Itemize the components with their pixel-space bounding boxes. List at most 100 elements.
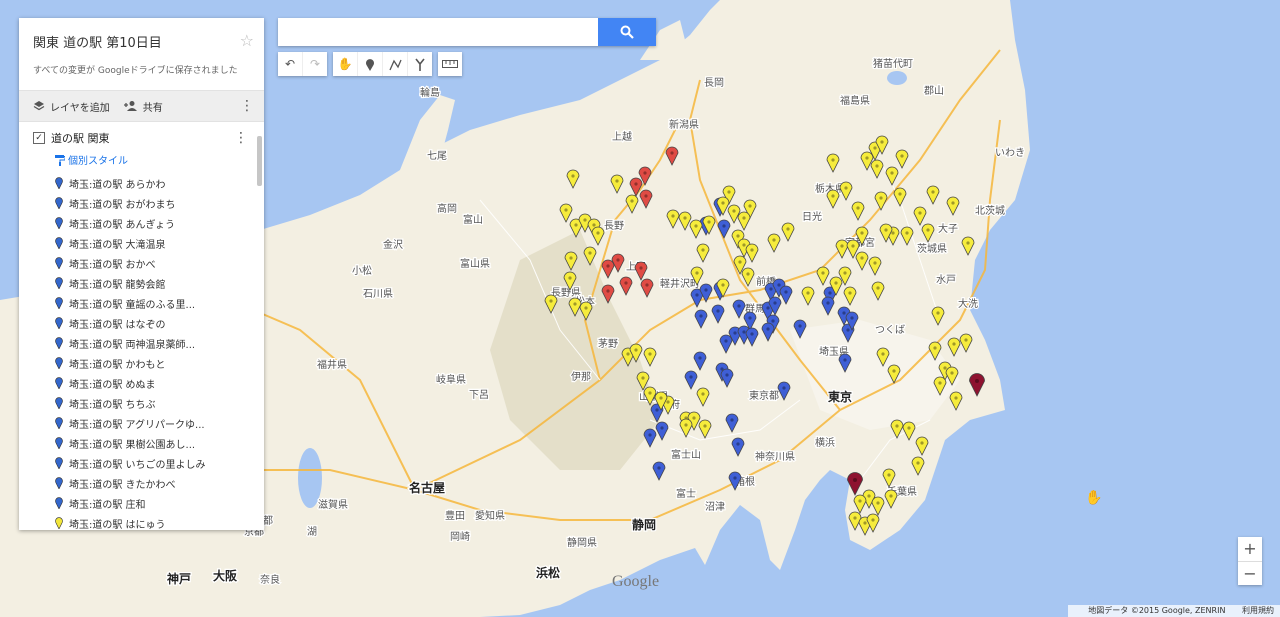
list-item[interactable]: 埼玉:道の駅 はなぞの — [55, 313, 250, 333]
list-item[interactable]: 埼玉:道の駅 おかべ — [55, 253, 250, 273]
map-pin-dot — [564, 208, 568, 212]
hand-icon[interactable]: ✋ — [333, 52, 358, 76]
list-item-label: 埼玉:道の駅 おがわまち — [69, 199, 176, 211]
layer-checkbox[interactable]: ✓ — [33, 132, 45, 144]
place-label: 輪島 — [420, 86, 440, 99]
map-pin-icon — [55, 377, 63, 389]
star-icon[interactable]: ☆ — [240, 31, 254, 50]
place-label: 七尾 — [427, 150, 447, 162]
list-item-label: 埼玉:道の駅 アグリパークゆ... — [69, 419, 205, 431]
map-pin-dot — [860, 256, 864, 260]
panel-scrollbar[interactable] — [257, 136, 262, 186]
place-label: 沼津 — [705, 500, 725, 513]
map-pin-dot — [724, 339, 728, 343]
list-item[interactable]: 埼玉:道の駅 はにゅう — [55, 513, 250, 530]
map-pin-dot — [648, 433, 652, 437]
list-item[interactable]: 埼玉:道の駅 龍勢会館 — [55, 273, 250, 293]
list-item-label: 埼玉:道の駅 庄和 — [69, 499, 146, 511]
list-item[interactable]: 埼玉:道の駅 果樹公園あし... — [55, 433, 250, 453]
list-item[interactable]: 埼玉:道の駅 ちちぶ — [55, 393, 250, 413]
map-pin-dot — [777, 283, 781, 287]
search-button[interactable] — [598, 18, 656, 46]
place-label: 上越 — [612, 130, 632, 143]
list-item[interactable]: 埼玉:道の駅 両神温泉薬師... — [55, 333, 250, 353]
place-label: 新潟県 — [669, 118, 699, 131]
layer-options-icon[interactable]: ⋮ — [234, 130, 248, 146]
map-pin-dot — [891, 231, 895, 235]
map-pin-dot — [707, 220, 711, 224]
map-pin-dot — [695, 293, 699, 297]
add-layer-button[interactable]: レイヤを追加 — [33, 99, 110, 114]
place-label: 富山県 — [460, 257, 490, 270]
place-label: 下呂 — [469, 389, 489, 401]
map-pin-icon — [55, 277, 63, 289]
lake-inawashiro — [887, 71, 907, 85]
map-pin-dot — [798, 324, 802, 328]
map-pin-dot — [683, 216, 687, 220]
map-pin-dot — [641, 376, 645, 380]
share-button[interactable]: 共有 — [123, 99, 163, 114]
ruler-icon[interactable] — [438, 52, 462, 76]
list-item[interactable]: 埼玉:道の駅 きたかわべ — [55, 473, 250, 493]
map-pin-dot — [848, 291, 852, 295]
zoom-in-button[interactable]: + — [1238, 537, 1262, 562]
redo-icon[interactable]: ↷ — [303, 52, 327, 76]
save-status: すべての変更が Googleドライブに保存されました — [33, 66, 238, 76]
map-pin-dot — [630, 199, 634, 203]
place-label: 富山 — [463, 213, 483, 226]
marker-icon[interactable] — [358, 52, 383, 76]
layer-name[interactable]: 道の駅 関東 — [51, 130, 110, 146]
list-item[interactable]: 埼玉:道の駅 大滝温泉 — [55, 233, 250, 253]
terms-link[interactable]: 利用規約 — [1242, 606, 1274, 615]
individual-style-link[interactable]: 個別スタイル — [55, 152, 250, 167]
map-pin-icon — [55, 197, 63, 209]
list-item[interactable]: 埼玉:道の駅 かわもと — [55, 353, 250, 373]
list-item[interactable]: 埼玉:道の駅 あんぎょう — [55, 213, 250, 233]
place-label: 岡崎 — [450, 530, 470, 543]
map-pin-dot — [643, 171, 647, 175]
map-pin-dot — [938, 381, 942, 385]
list-item[interactable]: 埼玉:道の駅 めぬま — [55, 373, 250, 393]
map-pin-dot — [876, 501, 880, 505]
list-item[interactable]: 埼玉:道の駅 アグリパークゆ... — [55, 413, 250, 433]
place-label: 愛知県 — [475, 509, 505, 522]
map-pin-icon — [55, 477, 63, 489]
map-pin-dot — [879, 196, 883, 200]
map-pin-dot — [736, 234, 740, 238]
map-pin-dot — [858, 499, 862, 503]
search-input[interactable] — [278, 18, 598, 46]
more-options-icon[interactable]: ⋮ — [240, 99, 254, 113]
directions-icon[interactable] — [408, 52, 432, 76]
list-item[interactable]: 埼玉:道の駅 庄和 — [55, 493, 250, 513]
list-item[interactable]: 埼玉:道の駅 童謡のふる里... — [55, 293, 250, 313]
list-item-label: 埼玉:道の駅 はにゅう — [69, 519, 166, 531]
map-pin-dot — [773, 301, 777, 305]
place-label: 日光 — [802, 210, 822, 223]
list-item-label: 埼玉:道の駅 おかべ — [69, 259, 156, 271]
map-pin-dot — [876, 286, 880, 290]
layer-section: ✓ 道の駅 関東 ⋮ 個別スタイル 埼玉:道の駅 あらかわ埼玉:道の駅 おがわま… — [19, 122, 264, 530]
map-pin-dot — [771, 319, 775, 323]
attribution-text: 地図データ ©2015 Google, ZENRIN — [1088, 606, 1226, 615]
undo-icon[interactable]: ↶ — [278, 52, 303, 76]
map-pin-dot — [843, 358, 847, 362]
map-pin-dot — [898, 192, 902, 196]
zoom-out-button[interactable]: − — [1238, 562, 1262, 586]
draw-line-icon[interactable] — [383, 52, 408, 76]
list-item[interactable]: 埼玉:道の駅 おがわまち — [55, 193, 250, 213]
map-title[interactable]: 関東 道の駅 第10日目 — [33, 32, 252, 51]
list-item[interactable]: 埼玉:道の駅 いちごの里よしみ — [55, 453, 250, 473]
place-label: 都 — [263, 515, 273, 527]
measure-tools — [438, 52, 462, 76]
list-item[interactable]: 埼玉:道の駅 あらかわ — [55, 173, 250, 193]
place-label: 浜松 — [536, 565, 560, 580]
place-label: 神戸 — [167, 571, 191, 586]
map-pin-dot — [834, 281, 838, 285]
map-pin-dot — [887, 473, 891, 477]
map-pin-dot — [596, 231, 600, 235]
map-pin-dot — [592, 223, 596, 227]
map-pin-dot — [624, 281, 628, 285]
list-item-label: 埼玉:道の駅 めぬま — [69, 379, 156, 391]
map-pin-dot — [645, 283, 649, 287]
map-pin-dot — [742, 243, 746, 247]
